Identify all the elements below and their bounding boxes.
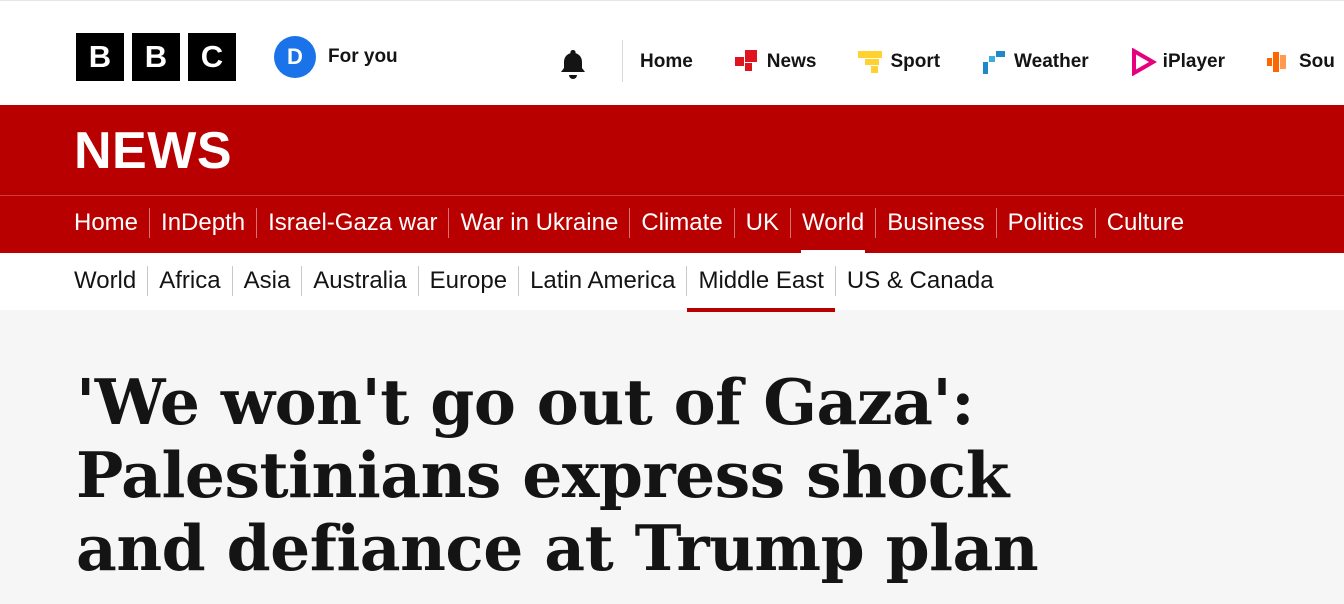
section-nav-item[interactable]: Home	[74, 208, 149, 238]
divider	[622, 40, 623, 82]
subsection-nav-item[interactable]: Latin America	[518, 266, 686, 296]
nav-weather-label: Weather	[1014, 51, 1089, 72]
notifications-bell-icon[interactable]	[555, 46, 591, 82]
section-nav-item[interactable]: World	[790, 208, 875, 254]
for-you-label: For you	[328, 46, 398, 67]
nav-home[interactable]: Home	[640, 51, 693, 73]
subsection-nav-item[interactable]: Asia	[231, 266, 302, 296]
for-you-button[interactable]: D For you	[274, 36, 398, 78]
section-nav-item[interactable]: UK	[733, 208, 790, 238]
subsection-nav-item[interactable]: US & Canada	[834, 266, 1005, 296]
sounds-icon	[1267, 52, 1286, 72]
nav-home-label: Home	[640, 51, 693, 72]
bbc-product-nav: Home News Sport Weather iPlayer Sou	[640, 48, 1344, 76]
bbc-logo-letter: B	[76, 33, 124, 81]
news-masthead: NEWS	[0, 105, 1344, 195]
nav-iplayer-label: iPlayer	[1162, 51, 1225, 72]
weather-icon	[983, 51, 1006, 74]
iplayer-icon	[1131, 48, 1157, 76]
section-nav-item[interactable]: Culture	[1094, 208, 1195, 238]
nav-weather[interactable]: Weather	[980, 48, 1089, 76]
subsection-nav-item[interactable]: Australia	[301, 266, 417, 296]
subsection-nav-item[interactable]: Africa	[147, 266, 231, 296]
avatar: D	[274, 36, 316, 78]
nav-iplayer[interactable]: iPlayer	[1129, 48, 1225, 76]
article-headline: 'We won't go out of Gaza': Palestinians …	[76, 365, 1039, 585]
nav-sport[interactable]: Sport	[856, 48, 940, 76]
section-nav-item[interactable]: Business	[875, 208, 995, 238]
section-nav-item[interactable]: Israel-Gaza war	[256, 208, 448, 238]
section-nav-item[interactable]: War in Ukraine	[448, 208, 629, 238]
subsection-nav-item[interactable]: Middle East	[686, 266, 836, 312]
section-nav-item[interactable]: Politics	[995, 208, 1095, 238]
nav-sounds[interactable]: Sou	[1265, 48, 1335, 76]
top-bar: B B C D For you Home News Sport Weather …	[0, 0, 1344, 105]
nav-news[interactable]: News	[733, 48, 817, 76]
bbc-logo-letter: B	[132, 33, 180, 81]
nav-news-label: News	[766, 51, 817, 72]
bbc-logo-letter: C	[188, 33, 236, 81]
sport-icon	[858, 51, 883, 73]
subsection-nav: World Africa Asia Australia Europe Latin Amer…	[0, 253, 1344, 312]
subsection-nav-item[interactable]: World	[74, 266, 147, 296]
section-nav: Home InDepth Israel-Gaza war War in Ukraine…	[0, 195, 1344, 254]
bbc-logo[interactable]: B B C	[76, 33, 236, 81]
section-nav-item[interactable]: Climate	[629, 208, 733, 238]
subsection-nav-item[interactable]: Europe	[417, 266, 518, 296]
news-logo[interactable]: NEWS	[74, 121, 232, 181]
news-icon	[734, 50, 757, 71]
nav-sport-label: Sport	[890, 51, 941, 72]
nav-sounds-label: Sou	[1299, 51, 1335, 72]
section-nav-item[interactable]: InDepth	[149, 208, 256, 238]
